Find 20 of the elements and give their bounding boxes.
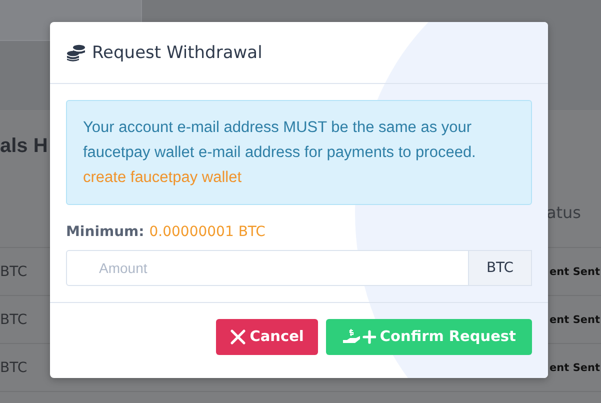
minimum-label: Minimum: xyxy=(66,224,144,240)
column-header: atus xyxy=(546,202,581,222)
confirm-button[interactable]: Confirm Request xyxy=(326,319,532,355)
notice-alert: Your account e-mail address MUST be the same as your faucetpay wallet e-mail address for payments to proceed. create faucetpay wallet xyxy=(66,100,532,205)
create-wallet-link[interactable]: create faucetpay wallet xyxy=(83,169,242,186)
page-heading: als H xyxy=(0,135,48,159)
table-cell: ent Sent xyxy=(550,314,600,326)
table-cell: BTC xyxy=(0,264,28,280)
close-icon xyxy=(230,329,246,345)
cancel-button[interactable]: Cancel xyxy=(216,319,318,355)
dialog-title: Request Withdrawal xyxy=(92,42,262,62)
minimum-value: 0.00000001 BTC xyxy=(149,224,266,240)
currency-addon: BTC xyxy=(469,250,532,286)
hand-plus-icon xyxy=(342,328,376,346)
table-cell: ent Sent xyxy=(550,362,600,374)
table-cell: BTC xyxy=(0,312,28,328)
coins-icon xyxy=(66,44,86,62)
table-cell: ent Sent xyxy=(550,266,600,278)
table-cell: BTC xyxy=(0,360,28,376)
amount-field[interactable]: Amount xyxy=(66,250,469,286)
